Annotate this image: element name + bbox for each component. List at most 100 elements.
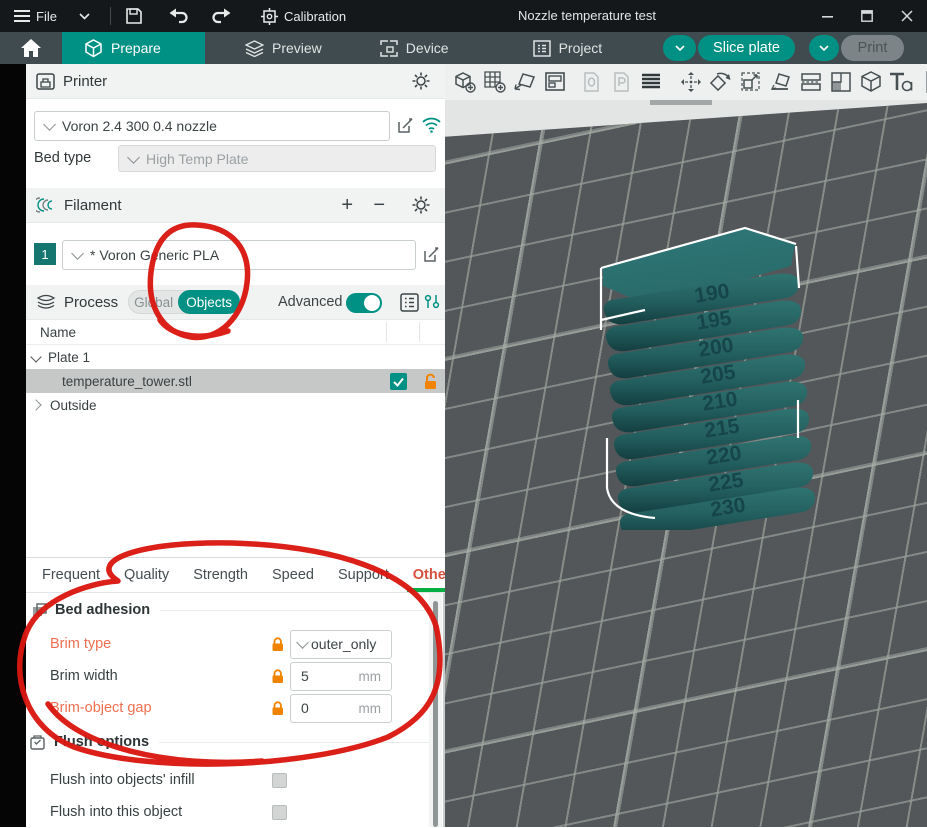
- auto-orient-icon[interactable]: [512, 69, 538, 96]
- lock-icon[interactable]: [271, 668, 285, 684]
- tab-strength[interactable]: Strength: [181, 558, 260, 592]
- filament-slot-badge[interactable]: 1: [34, 243, 56, 265]
- wifi-icon[interactable]: [421, 116, 442, 133]
- plate-tree-row[interactable]: Plate 1: [26, 345, 445, 369]
- lock-icon[interactable]: [271, 700, 285, 716]
- bed-adhesion-group-header: Bed adhesion: [32, 602, 432, 618]
- file-menu-expander[interactable]: [65, 0, 104, 32]
- brim-width-input[interactable]: [301, 668, 355, 684]
- text-shape-icon[interactable]: [888, 69, 914, 96]
- object-row-selected[interactable]: temperature_tower.stl: [26, 369, 445, 393]
- slice-options-dropdown[interactable]: [663, 35, 696, 61]
- advanced-label: Advanced: [278, 294, 343, 310]
- advanced-toggle[interactable]: [346, 293, 382, 313]
- tab-support[interactable]: Support: [326, 558, 401, 592]
- print-options-dropdown[interactable]: [809, 35, 839, 61]
- edit-filament-icon[interactable]: [422, 245, 441, 264]
- rotate-icon[interactable]: [708, 69, 734, 96]
- settings-scrollbar-thumb[interactable]: [433, 601, 438, 827]
- settings-scrollbar-track[interactable]: [429, 593, 442, 827]
- tab-device[interactable]: Device: [358, 32, 471, 64]
- group-rule: [160, 609, 432, 611]
- redo-button[interactable]: [203, 0, 239, 32]
- parameter-list-icon[interactable]: [400, 292, 419, 312]
- paste-icon[interactable]: [608, 69, 634, 96]
- preview-layers-icon: [245, 39, 264, 57]
- object-visible-checkbox[interactable]: [390, 373, 407, 390]
- undo-icon: [169, 8, 188, 24]
- toggle-knob: [364, 295, 380, 311]
- undo-button[interactable]: [161, 0, 197, 32]
- printer-section-header: Printer: [26, 64, 445, 99]
- file-menu[interactable]: File: [6, 0, 65, 32]
- split-to-parts-icon[interactable]: [828, 69, 854, 96]
- brim-object-gap-row: Brim-object gap mm: [26, 692, 445, 724]
- minimize-button[interactable]: [807, 0, 847, 32]
- object-name: temperature_tower.stl: [62, 373, 192, 389]
- split-to-objects-icon[interactable]: [798, 69, 824, 96]
- home-button[interactable]: [0, 39, 62, 57]
- filament-settings-gear-icon[interactable]: [411, 195, 431, 215]
- brim-type-select[interactable]: outer_only: [290, 629, 392, 659]
- device-icon: [380, 39, 398, 57]
- printer-settings-gear-icon[interactable]: [411, 71, 431, 91]
- tab-project-label: Project: [558, 40, 603, 56]
- tab-prepare[interactable]: Prepare: [62, 32, 205, 64]
- scale-icon[interactable]: [738, 69, 764, 96]
- outside-tree-row[interactable]: Outside: [26, 393, 445, 417]
- unlock-icon[interactable]: [423, 373, 438, 390]
- column-divider: [419, 322, 420, 342]
- flush-object-row: Flush into this object: [26, 796, 445, 828]
- chevron-down-icon: [674, 44, 685, 51]
- tab-preview[interactable]: Preview: [223, 32, 344, 64]
- object-list-header-name: Name: [40, 324, 77, 340]
- chevron-expanded-icon[interactable]: [30, 351, 42, 363]
- viewport-toolbar: [445, 64, 927, 100]
- bed-type-select[interactable]: High Temp Plate: [118, 145, 436, 172]
- flush-options-group-header: Flush options: [30, 734, 430, 750]
- copy-icon[interactable]: [578, 69, 604, 96]
- slice-plate-button[interactable]: Slice plate: [698, 35, 795, 61]
- print-button[interactable]: Print: [841, 35, 904, 61]
- arrange-icon[interactable]: [542, 69, 568, 96]
- tab-frequent[interactable]: Frequent: [30, 558, 112, 592]
- add-plate-icon[interactable]: [482, 69, 508, 96]
- restore-icon: [861, 10, 873, 22]
- save-button[interactable]: [117, 0, 151, 32]
- process-layers-icon: [36, 294, 56, 309]
- flush-infill-checkbox[interactable]: [272, 772, 287, 788]
- tab-project[interactable]: Project: [511, 32, 625, 64]
- edit-printer-icon[interactable]: [396, 116, 415, 135]
- viewport-3d[interactable]: 190 195 200 205 210 215 220 225 230: [445, 100, 927, 827]
- project-icon: [532, 39, 551, 57]
- layers-icon[interactable]: [638, 69, 664, 96]
- tab-quality[interactable]: Quality: [112, 558, 181, 592]
- check-icon: [393, 377, 404, 388]
- mesh-boolean-icon[interactable]: [858, 69, 884, 96]
- add-object-icon[interactable]: [452, 69, 478, 96]
- scope-objects-button[interactable]: Objects: [178, 290, 240, 314]
- lay-on-face-icon[interactable]: [768, 69, 794, 96]
- printer-section-title: Printer: [63, 72, 108, 90]
- filament-preset-select[interactable]: * Voron Generic PLA: [62, 240, 416, 270]
- close-button[interactable]: [887, 0, 927, 32]
- tune-settings-icon[interactable]: [423, 293, 441, 311]
- printer-preset-select[interactable]: Voron 2.4 300 0.4 nozzle: [34, 111, 390, 141]
- remove-filament-button[interactable]: −: [373, 194, 385, 217]
- add-filament-button[interactable]: +: [341, 194, 353, 217]
- flush-object-checkbox[interactable]: [272, 804, 287, 820]
- lock-icon[interactable]: [271, 636, 285, 652]
- restore-button[interactable]: [847, 0, 887, 32]
- temperature-tower-model[interactable]: 190 195 200 205 210 215 220 225 230: [593, 220, 823, 530]
- window-title: Nozzle temperature test: [518, 8, 657, 23]
- brim-type-row: Brim type outer_only: [26, 628, 445, 660]
- brim-object-gap-inputbox: mm: [290, 693, 392, 723]
- chevron-collapsed-icon[interactable]: [30, 399, 42, 411]
- outside-label: Outside: [50, 397, 97, 413]
- tab-speed[interactable]: Speed: [260, 558, 326, 592]
- scope-global-button[interactable]: Global: [129, 295, 178, 310]
- brim-object-gap-input[interactable]: [301, 700, 355, 716]
- calibration-button[interactable]: Calibration: [253, 0, 354, 32]
- move-icon[interactable]: [678, 69, 704, 96]
- calibration-label: Calibration: [283, 8, 347, 24]
